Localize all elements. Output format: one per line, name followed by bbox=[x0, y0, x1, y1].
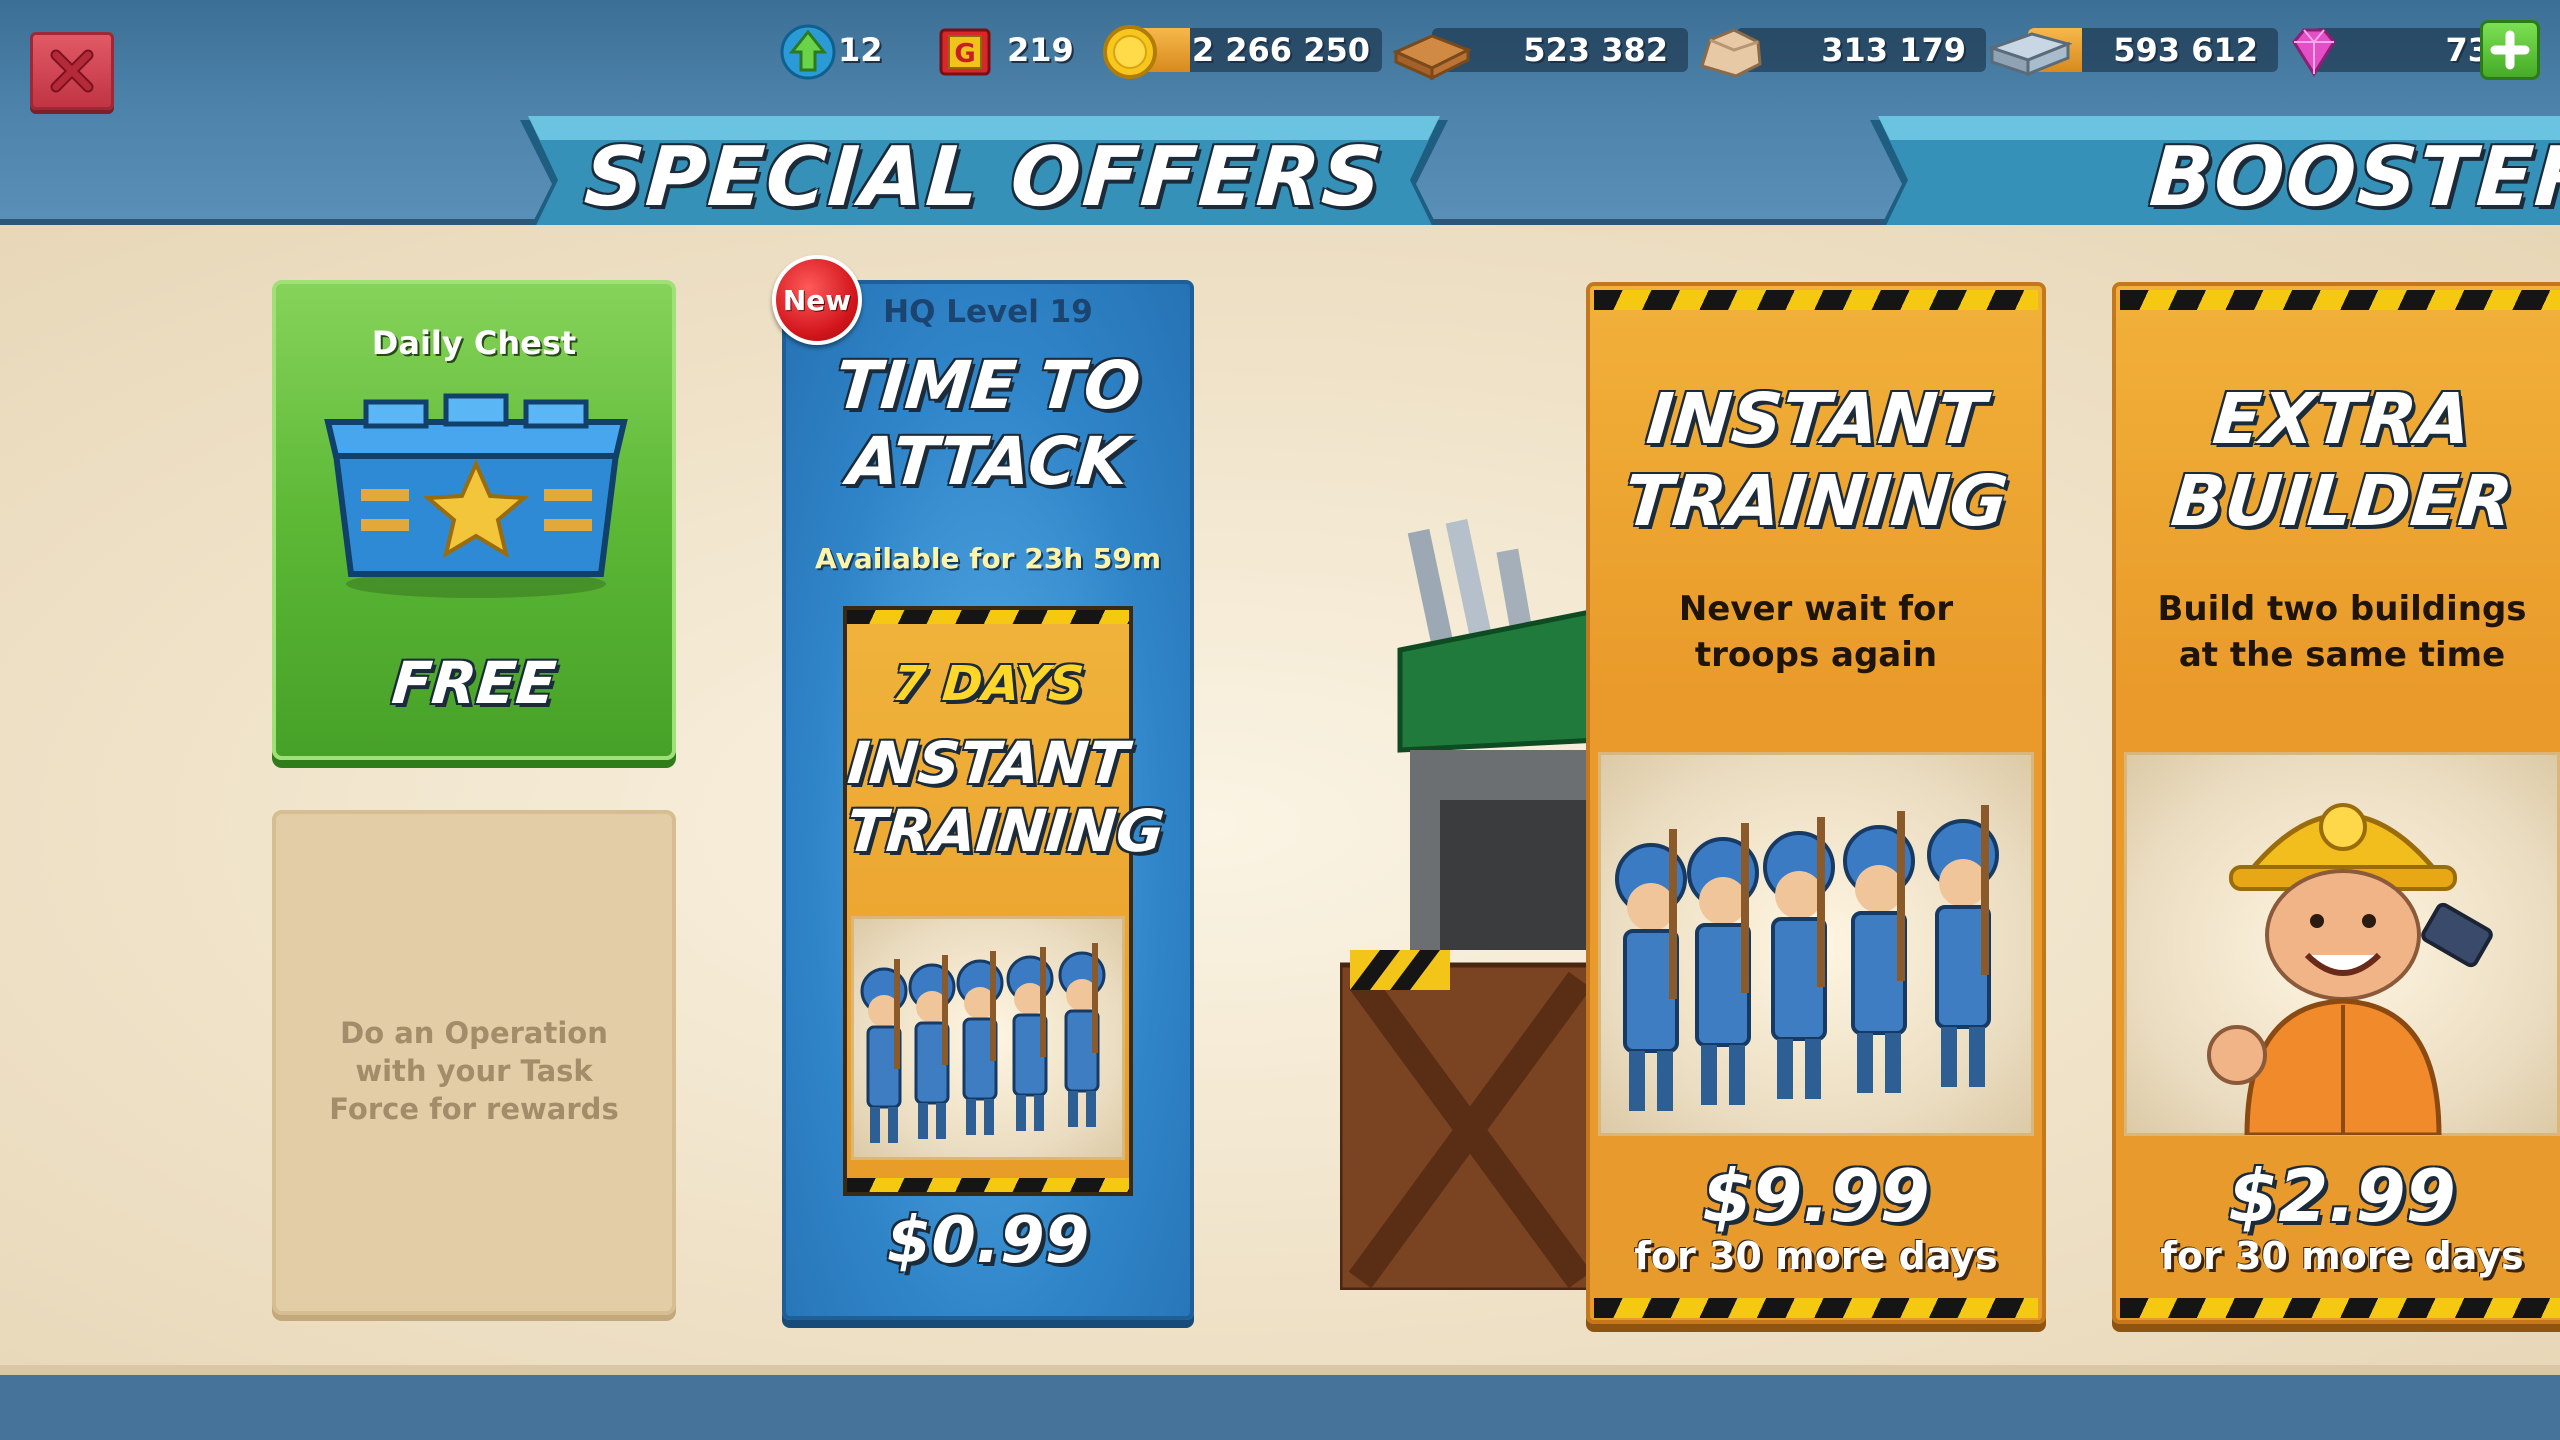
gold-value: 2 266 250 bbox=[1191, 31, 1370, 69]
plus-icon bbox=[2490, 30, 2530, 70]
instant-training-title-2: TRAINING bbox=[1621, 460, 2011, 542]
hazard-stripe bbox=[847, 1178, 1129, 1192]
svg-text:G: G bbox=[954, 39, 975, 69]
wood-counter: 523 382 bbox=[1392, 22, 1688, 81]
hazard-stripe bbox=[2120, 1298, 2560, 1318]
hazard-stripe bbox=[2120, 290, 2560, 310]
extra-builder-desc-1: Build two buildings bbox=[2157, 589, 2527, 629]
level-value: 12 bbox=[838, 31, 883, 69]
offer-title-2: TRAINING bbox=[844, 797, 1167, 865]
intel-icon: G bbox=[939, 28, 991, 76]
instant-training-booster[interactable]: INSTANT TRAINING Never wait for troops a… bbox=[1586, 282, 2046, 1324]
diamond-counter: 73 bbox=[2284, 20, 2544, 80]
diamond-icon bbox=[2292, 28, 2336, 77]
extra-builder-title-1: EXTRA bbox=[2209, 378, 2475, 460]
boosters-title: BOOSTERS bbox=[2146, 130, 2560, 225]
daily-chest-card[interactable]: Daily Chest FREE bbox=[272, 280, 676, 760]
soldiers-image bbox=[851, 916, 1125, 1160]
close-button[interactable] bbox=[30, 32, 114, 110]
soldiers-image bbox=[1598, 752, 2034, 1136]
instant-training-price: $9.99 bbox=[1702, 1154, 1930, 1238]
hazard-stripe bbox=[847, 610, 1129, 624]
stone-counter: 313 179 bbox=[1696, 22, 1986, 78]
level-counter: 12 bbox=[778, 22, 898, 80]
extra-builder-booster[interactable]: EXTRA BUILDER Build two buildings at the… bbox=[2112, 282, 2560, 1324]
stone-value: 313 179 bbox=[1821, 31, 1966, 69]
wood-icon bbox=[1392, 34, 1472, 81]
decorative-building bbox=[1340, 519, 1600, 1290]
bottom-bar bbox=[0, 1365, 2560, 1440]
hazard-stripe bbox=[1594, 290, 2038, 310]
chest-icon bbox=[324, 393, 628, 598]
attack-offer-price[interactable]: $0.99 bbox=[782, 1204, 1194, 1278]
iron-counter: 593 612 bbox=[1988, 22, 2278, 77]
extra-builder-desc-2: at the same time bbox=[2178, 635, 2506, 675]
offer-days: 7 DAYS bbox=[890, 656, 1086, 712]
daily-chest-title: Daily Chest bbox=[371, 324, 577, 362]
seven-day-training-offer: 7 DAYS INSTANT TRAINING bbox=[843, 606, 1167, 1196]
gold-counter: 2 266 250 bbox=[1100, 22, 1382, 79]
extra-builder-price: $2.99 bbox=[2228, 1154, 2456, 1238]
wood-value: 523 382 bbox=[1523, 31, 1668, 69]
extra-builder-price-note: for 30 more days bbox=[2160, 1234, 2524, 1278]
soldiers-icon bbox=[860, 941, 1106, 1143]
hazard-stripe bbox=[1594, 1298, 2038, 1318]
diamond-value: 73 bbox=[2445, 31, 2490, 69]
daily-chest-price: FREE bbox=[389, 649, 559, 717]
extra-builder-title-2: BUILDER bbox=[2168, 460, 2516, 542]
intel-value: 219 bbox=[1007, 31, 1074, 69]
new-badge: New bbox=[772, 255, 862, 345]
new-badge-label: New bbox=[782, 283, 852, 317]
stone-icon bbox=[1700, 28, 1762, 78]
intel-counter: G 219 bbox=[935, 22, 1085, 76]
time-to-attack-title-2: ATTACK bbox=[844, 423, 1132, 500]
iron-icon bbox=[1988, 32, 2072, 77]
special-offers-title: SPECIAL OFFERS bbox=[581, 130, 1387, 225]
soldiers-icon bbox=[1615, 803, 1999, 1111]
add-diamonds-button[interactable] bbox=[2480, 20, 2540, 80]
operation-message: Do an Operation with your Task Force for… bbox=[329, 1016, 619, 1126]
builder-icon bbox=[2207, 803, 2493, 1138]
instant-training-desc-1: Never wait for bbox=[1678, 589, 1954, 629]
offer-title-1: INSTANT bbox=[845, 729, 1131, 797]
instant-training-price-note: for 30 more days bbox=[1634, 1234, 1998, 1278]
operation-reward-card: Do an Operation with your Task Force for… bbox=[272, 810, 676, 1315]
close-icon bbox=[50, 49, 94, 93]
builder-image bbox=[2124, 752, 2560, 1138]
instant-training-title-1: INSTANT bbox=[1643, 378, 1989, 460]
iron-value: 593 612 bbox=[2113, 31, 2258, 69]
instant-training-desc-2: troops again bbox=[1694, 635, 1938, 675]
time-to-attack-title-1: TIME TO bbox=[832, 347, 1144, 424]
level-up-arrow-icon bbox=[780, 24, 836, 80]
availability-timer: Available for 23h 59m bbox=[814, 542, 1162, 575]
gold-coin-icon bbox=[1103, 25, 1157, 79]
